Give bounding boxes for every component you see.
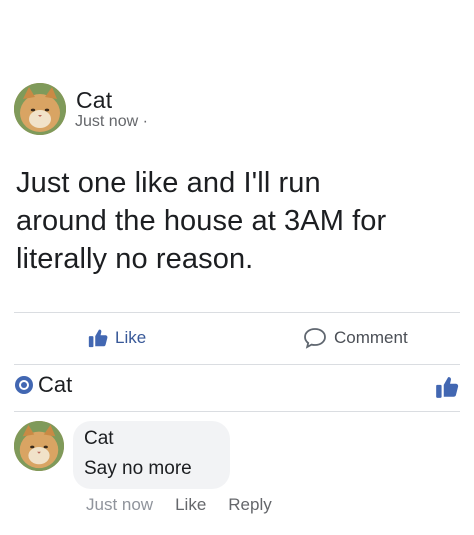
speech-bubble-icon [303,327,327,349]
reactions-summary[interactable]: Cat [14,372,72,398]
comment-button-label: Comment [334,328,408,347]
reactions-divider [14,364,460,365]
post-text-line: Just one like and I'll run [16,167,321,199]
post-timestamp[interactable]: Just now [75,113,138,130]
like-button-label: Like [115,328,147,347]
action-bar-divider [14,312,460,313]
like-button[interactable]: Like [87,326,146,350]
comment-reply-button[interactable]: Reply [228,495,271,515]
comment-like-button[interactable]: Like [175,495,206,515]
comment-bubble: Cat Say no more [73,421,230,489]
reactor-name[interactable]: Cat [38,372,72,398]
post-body: Just one like and I'll run around the ho… [16,164,466,278]
thumbs-up-icon [87,327,109,349]
liked-thumbs-up-icon[interactable] [434,374,460,400]
post-text-line: around the house at 3AM for [16,205,387,237]
comment-button[interactable]: Comment [303,326,408,350]
privacy-separator: · [142,113,148,130]
cat-avatar-image [14,421,64,471]
post-meta: Just now · [75,113,148,131]
comment-author-avatar[interactable] [14,421,64,471]
like-reaction-badge-icon [14,375,34,395]
post-text-line: literally no reason. [16,243,254,275]
post-author-avatar[interactable] [14,83,66,135]
comment-text: Say no more [84,458,192,479]
post-author-name[interactable]: Cat [76,87,112,114]
comment-actions: Just now Like Reply [86,495,272,515]
cat-avatar-image [14,83,66,135]
comments-divider [14,411,460,412]
comment-author-name[interactable]: Cat [84,428,114,450]
comment-timestamp[interactable]: Just now [86,495,153,515]
